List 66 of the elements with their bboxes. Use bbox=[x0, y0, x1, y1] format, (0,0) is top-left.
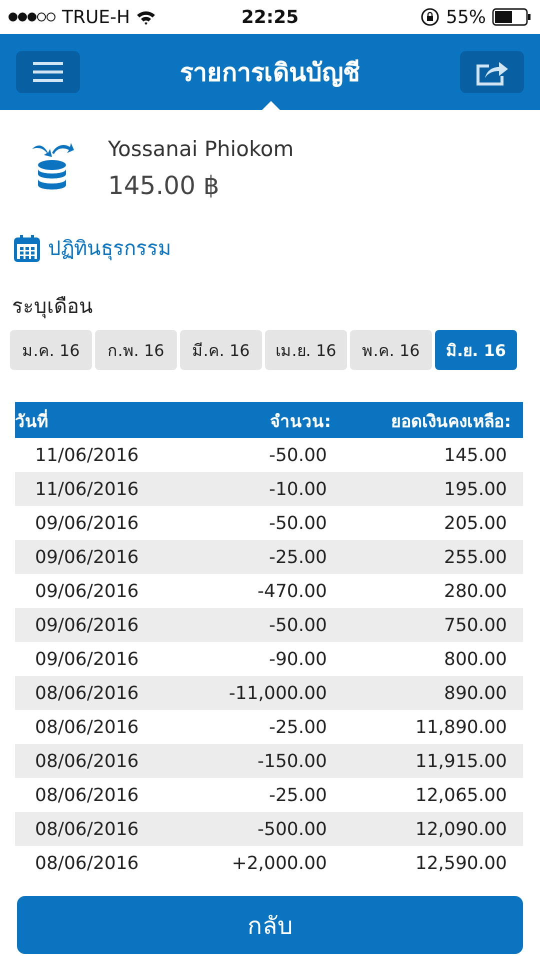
table-cell-text: 11,915.00 bbox=[414, 750, 508, 772]
table-cell-text: 09/06/2016 bbox=[34, 512, 140, 534]
table-cell-text: -500.00 bbox=[256, 818, 328, 840]
table-cell-text: 12,065.00 bbox=[414, 784, 508, 806]
table-cell-text: 11/06/2016 bbox=[34, 478, 140, 500]
rotation-lock-icon bbox=[420, 7, 440, 27]
wifi-icon bbox=[136, 10, 156, 24]
table-cell-text: -25.00 bbox=[268, 546, 328, 568]
table-cell-text: -150.00 bbox=[256, 750, 328, 772]
table-cell-text: 145.00 bbox=[443, 444, 508, 466]
calendar-icon bbox=[14, 234, 40, 262]
month-tab[interactable]: พ.ค. 16 bbox=[350, 330, 432, 370]
table-cell-text: 11,890.00 bbox=[414, 716, 508, 738]
column-header: จำนวน: bbox=[269, 410, 332, 434]
menu-icon bbox=[33, 61, 63, 83]
column-header: ยอดเงินคงเหลือ: bbox=[390, 410, 512, 434]
table-cell-text: -50.00 bbox=[268, 614, 328, 636]
battery-percent: 55% bbox=[446, 6, 486, 28]
pointer-notch bbox=[262, 101, 280, 110]
table-cell-text: -50.00 bbox=[268, 444, 328, 466]
table-cell-text: 11/06/2016 bbox=[34, 444, 140, 466]
table-cell-text: 890.00 bbox=[443, 682, 508, 704]
month-tab[interactable]: เม.ย. 16 bbox=[265, 330, 347, 370]
table-cell-text: 750.00 bbox=[443, 614, 508, 636]
month-label: ระบุเดือน bbox=[12, 293, 94, 320]
clock-time: 22:25 bbox=[241, 6, 299, 28]
share-button[interactable] bbox=[460, 51, 524, 93]
table-cell-text: 08/06/2016 bbox=[34, 682, 140, 704]
table-cell-text: 08/06/2016 bbox=[34, 852, 140, 874]
calendar-link[interactable]: ปฏิทินธุรกรรม bbox=[14, 232, 171, 264]
table-cell-text: -50.00 bbox=[268, 512, 328, 534]
table-cell-text: 205.00 bbox=[443, 512, 508, 534]
table-cell-text: 09/06/2016 bbox=[34, 546, 140, 568]
battery-icon bbox=[492, 8, 532, 26]
table-cell-text: 08/06/2016 bbox=[34, 716, 140, 738]
table-cell-text: +2,000.00 bbox=[230, 852, 328, 874]
table-cell-text: -90.00 bbox=[268, 648, 328, 670]
table-cell-text: 800.00 bbox=[443, 648, 508, 670]
page-title: รายการเดินบัญชี bbox=[180, 57, 360, 89]
carrier-name: TRUE-H bbox=[62, 6, 130, 28]
table-cell-text: -470.00 bbox=[256, 580, 328, 602]
month-tab[interactable]: มี.ค. 16 bbox=[180, 330, 262, 370]
back-button[interactable]: กลับ bbox=[17, 896, 523, 954]
signal-icon bbox=[8, 12, 56, 22]
month-tab[interactable]: มิ.ย. 16 bbox=[435, 330, 517, 370]
table-cell-text: -25.00 bbox=[268, 784, 328, 806]
table-cell-text: 08/06/2016 bbox=[34, 750, 140, 772]
month-tab[interactable]: ม.ค. 16 bbox=[10, 330, 92, 370]
table-cell-text: -10.00 bbox=[268, 478, 328, 500]
menu-button[interactable] bbox=[16, 51, 80, 93]
table-cell-text: 12,090.00 bbox=[414, 818, 508, 840]
table-cell-text: 09/06/2016 bbox=[34, 580, 140, 602]
table-cell-text: 195.00 bbox=[443, 478, 508, 500]
table-cell-text: 280.00 bbox=[443, 580, 508, 602]
column-header: วันที่ bbox=[15, 406, 193, 434]
table-cell-text: 255.00 bbox=[443, 546, 508, 568]
account-name: Yossanai Phiokom bbox=[108, 136, 294, 160]
table-cell-text: -11,000.00 bbox=[228, 682, 328, 704]
table-cell-text: -25.00 bbox=[268, 716, 328, 738]
account-balance: 145.00 ฿ bbox=[108, 170, 220, 200]
month-tab[interactable]: ก.พ. 16 bbox=[95, 330, 177, 370]
table-cell-text: 08/06/2016 bbox=[34, 784, 140, 806]
table-cell-text: 08/06/2016 bbox=[34, 818, 140, 840]
table-cell-text: 09/06/2016 bbox=[34, 648, 140, 670]
table-cell-text: 12,590.00 bbox=[414, 852, 508, 874]
table-cell-text: 09/06/2016 bbox=[34, 614, 140, 636]
